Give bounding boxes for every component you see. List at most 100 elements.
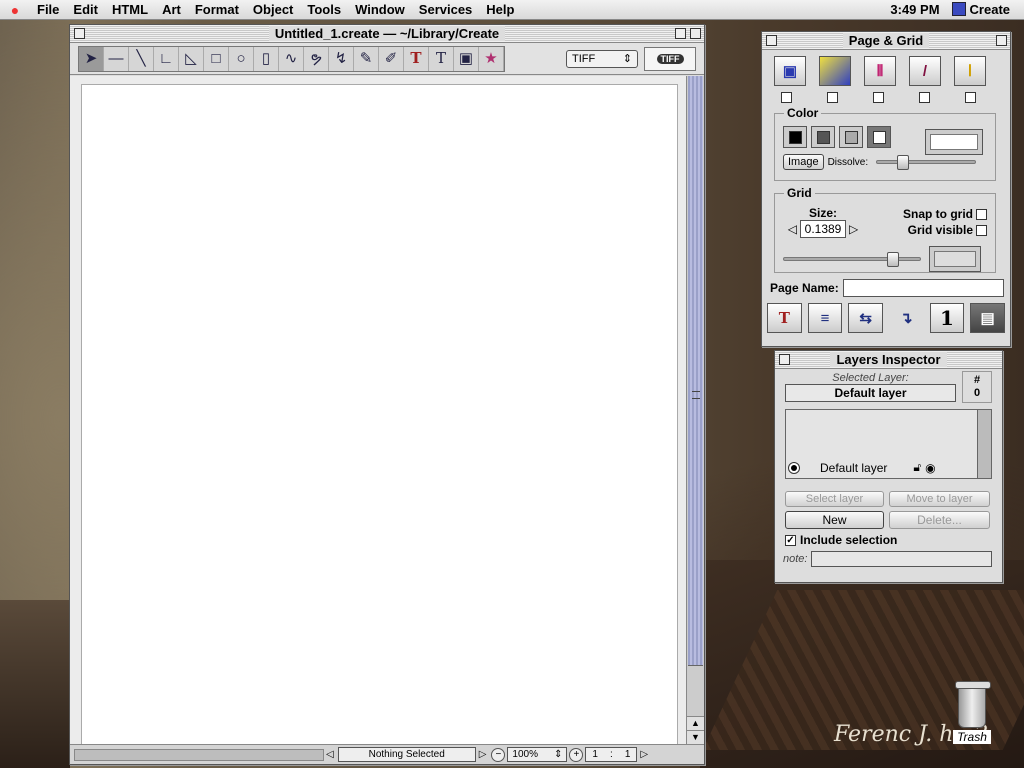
horizontal-line-tool-icon[interactable]: — (104, 46, 129, 71)
menu-window[interactable]: Window (348, 2, 412, 17)
line-inspector-icon[interactable]: ≡ (807, 303, 843, 333)
menu-help[interactable]: Help (479, 2, 521, 17)
slant-checkbox[interactable] (919, 92, 930, 103)
diagonal-line-tool-icon[interactable]: ╲ (129, 46, 154, 71)
brush-tool-icon[interactable]: ✐ (379, 46, 404, 71)
drawing-page[interactable] (81, 84, 678, 746)
page-columns-icon[interactable]: ⫴ (864, 56, 896, 86)
vertical-scrollbar[interactable]: ▲ ▼ (686, 76, 704, 746)
text-inspector-icon[interactable]: T (767, 303, 802, 333)
collapse-box-icon[interactable] (996, 35, 1007, 46)
scroll-down-arrow-icon[interactable]: ▼ (687, 730, 704, 744)
scroll-left-arrow-icon[interactable]: ◁ (326, 749, 334, 760)
note-field[interactable] (811, 551, 992, 567)
freehand-tool-icon[interactable]: ຯ (304, 46, 329, 71)
color-well[interactable] (925, 129, 983, 155)
menu-file[interactable]: File (30, 2, 66, 17)
menu-tools[interactable]: Tools (300, 2, 348, 17)
fill-checkbox[interactable] (827, 92, 838, 103)
dark-gray-swatch[interactable] (811, 126, 835, 148)
page-next-arrow-icon[interactable]: ▷ (640, 749, 648, 760)
rectangle-tool-icon[interactable]: □ (204, 46, 229, 71)
scroll-right-arrow-icon[interactable]: ▷ (479, 749, 487, 760)
application-menu[interactable]: Create (951, 2, 1010, 17)
zoom-in-icon[interactable]: + (569, 747, 584, 762)
lock-icon[interactable]: 🔓︎ (913, 460, 921, 475)
guide-checkbox[interactable] (965, 92, 976, 103)
pencil-tool-icon[interactable]: ✎ (354, 46, 379, 71)
document-titlebar[interactable]: Untitled_1.create — ~/Library/Create (70, 25, 704, 43)
columns-checkbox[interactable] (873, 92, 884, 103)
grid-visible-checkbox[interactable] (976, 224, 987, 236)
scroll-thumb[interactable] (688, 76, 703, 666)
page-number-icon[interactable]: 1 (929, 303, 965, 333)
page-inspector-icon[interactable]: ▤ (970, 303, 1005, 333)
menu-services[interactable]: Services (412, 2, 480, 17)
black-swatch[interactable] (783, 126, 807, 148)
list-item[interactable]: Default layer 🔓︎ ◉ (788, 460, 936, 475)
menu-art[interactable]: Art (155, 2, 188, 17)
bezier-tool-icon[interactable]: ∿ (279, 46, 304, 71)
oval-tool-icon[interactable]: ○ (229, 46, 254, 71)
curve-tool-icon[interactable]: ∟ (154, 46, 179, 71)
zoom-out-icon[interactable]: − (491, 747, 506, 762)
close-box-icon[interactable] (74, 28, 85, 39)
zoom-box-icon[interactable] (675, 28, 686, 39)
image-tool-icon[interactable]: ▣ (454, 46, 479, 71)
horizontal-scrollbar[interactable] (74, 748, 324, 761)
scroll-up-arrow-icon[interactable]: ▲ (687, 716, 704, 730)
select-layer-button[interactable]: Select layer (785, 491, 884, 507)
close-box-icon[interactable] (766, 35, 777, 46)
size-increase-arrow-icon[interactable]: ▷ (849, 222, 858, 236)
page-frame-icon[interactable]: ▣ (774, 56, 806, 86)
move-to-layer-button[interactable]: Move to layer (889, 491, 990, 507)
size-decrease-arrow-icon[interactable]: ◁ (788, 222, 797, 236)
menu-html[interactable]: HTML (105, 2, 155, 17)
page-slant-icon[interactable]: / (909, 56, 941, 86)
menubar-clock[interactable]: 3:49 PM (890, 2, 939, 17)
layer-list-scrollbar[interactable] (977, 410, 991, 478)
menu-edit[interactable]: Edit (66, 2, 105, 17)
page-fill-icon[interactable] (819, 56, 851, 86)
menu-format[interactable]: Format (188, 2, 246, 17)
delete-layer-button[interactable]: Delete... (889, 511, 990, 529)
format-popup[interactable]: TIFF ⇕ (566, 49, 638, 68)
text-flow-tool-icon[interactable]: T (429, 46, 454, 71)
new-layer-button[interactable]: New (785, 511, 884, 529)
page-indicator[interactable]: 1 : 1 (585, 747, 638, 762)
layers-titlebar[interactable]: Layers Inspector (775, 351, 1002, 369)
include-selection-checkbox[interactable] (785, 534, 796, 546)
collapse-box-icon[interactable] (690, 28, 701, 39)
transform-inspector-icon[interactable]: ⇆ (848, 303, 884, 333)
rounded-rect-tool-icon[interactable]: ▯ (254, 46, 279, 71)
zoom-popup[interactable]: 100% ⇕ (507, 747, 568, 762)
grid-size-slider[interactable] (783, 252, 921, 267)
tiff-export-icon[interactable]: TIFF (644, 46, 696, 71)
image-button[interactable]: Image (783, 154, 824, 170)
apple-menu-icon[interactable]: ● (0, 2, 30, 18)
layer-radio[interactable] (788, 461, 800, 474)
white-swatch[interactable] (867, 126, 891, 148)
page-grid-titlebar[interactable]: Page & Grid (762, 32, 1010, 50)
page-name-input[interactable] (842, 279, 1004, 297)
star-tool-icon[interactable]: ★ (479, 46, 504, 71)
menu-object[interactable]: Object (246, 2, 300, 17)
page-guide-icon[interactable]: ⅼ (954, 56, 986, 86)
pen-tool-icon[interactable]: ↯ (329, 46, 354, 71)
snap-to-grid-checkbox[interactable] (976, 208, 987, 220)
frame-checkbox[interactable] (781, 92, 792, 103)
grid-size-knob[interactable] (887, 252, 899, 267)
close-box-icon[interactable] (779, 354, 790, 365)
text-tool-icon[interactable]: T (404, 46, 429, 71)
layer-list[interactable]: Default layer 🔓︎ ◉ (785, 409, 992, 479)
light-gray-swatch[interactable] (839, 126, 863, 148)
grid-color-well[interactable] (929, 246, 981, 272)
dissolve-knob[interactable] (897, 155, 910, 170)
arrow-tool-icon[interactable]: ➤ (79, 46, 104, 71)
trash-can-icon[interactable] (955, 681, 991, 728)
dissolve-slider[interactable] (876, 155, 977, 170)
arc-tool-icon[interactable]: ◺ (179, 46, 204, 71)
eye-icon[interactable]: ◉ (925, 461, 935, 475)
trash[interactable]: Trash (940, 681, 1004, 744)
grid-size-input[interactable]: 0.1389 (800, 220, 846, 238)
